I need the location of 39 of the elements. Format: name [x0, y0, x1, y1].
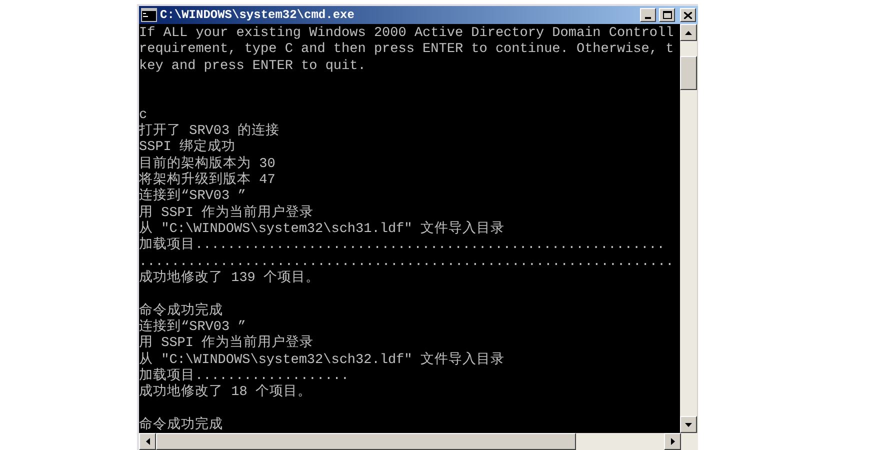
- close-button[interactable]: [680, 8, 696, 22]
- console-line: 用 SSPI 作为当前用户登录: [139, 336, 314, 352]
- close-icon: [684, 12, 692, 18]
- console-line: 打开了 SRV03 的连接: [139, 124, 280, 139]
- console-line: key and press ENTER to quit.: [139, 58, 366, 74]
- console-line: 从 "C:\WINDOWS\system32\sch31.ldf" 文件导入目录: [139, 222, 504, 237]
- console-line: 用 SSPI 作为当前用户登录: [139, 206, 314, 221]
- console-line: 命令成功完成: [139, 418, 223, 433]
- console-line: If ALL your existing Windows 2000 Active Directory Domain Controll: [139, 26, 674, 41]
- console-line: 目前的架构版本为 30: [139, 156, 276, 172]
- up-arrow-icon: [685, 30, 692, 34]
- scroll-down-button[interactable]: [680, 416, 697, 433]
- window-title: C:\WINDOWS\system32\cmd.exe: [160, 7, 354, 24]
- console-line: 将架构升级到版本 47: [139, 172, 276, 188]
- scroll-thumb[interactable]: [680, 56, 697, 90]
- console-line: 成功地修改了 139 个项目。: [139, 270, 320, 286]
- scroll-thumb[interactable]: [156, 433, 576, 450]
- down-arrow-icon: [685, 422, 692, 426]
- console-line: 连接到“SRV03 ”: [139, 189, 246, 204]
- horizontal-scrollbar[interactable]: [139, 433, 698, 450]
- console-line: SSPI 绑定成功: [139, 140, 236, 156]
- console-icon: [141, 8, 157, 22]
- scroll-left-button[interactable]: [139, 433, 156, 450]
- console-line: ..................................................................: [139, 254, 674, 270]
- console-line: 加载项目..........................................................: [139, 238, 665, 254]
- console-line: 连接到“SRV03 ”: [139, 320, 246, 335]
- console-line: requirement, type C and then press ENTER to continue. Otherwise, t: [139, 42, 674, 58]
- scroll-up-button[interactable]: [680, 24, 697, 41]
- console-line: 成功地修改了 18 个项目。: [139, 385, 312, 400]
- minimize-button[interactable]: [640, 8, 656, 22]
- console-line: 加载项目...................: [139, 368, 349, 384]
- console-line: c: [139, 108, 148, 123]
- scroll-right-button[interactable]: [664, 433, 681, 450]
- console-line: 从 "C:\WINDOWS\system32\sch32.ldf" 文件导入目录: [139, 352, 504, 368]
- left-arrow-icon: [146, 438, 150, 445]
- console-line: 命令成功完成: [139, 304, 223, 319]
- vertical-scrollbar[interactable]: [680, 24, 697, 433]
- right-arrow-icon: [670, 438, 674, 445]
- maximize-button[interactable]: [659, 8, 675, 22]
